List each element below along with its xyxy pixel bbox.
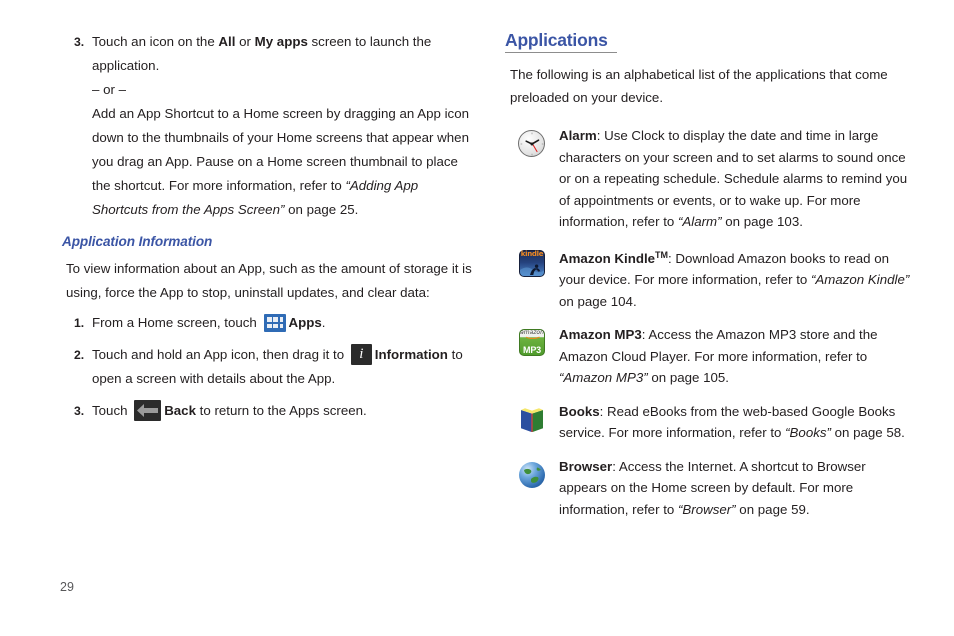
app-body-post: on page 103.	[721, 214, 803, 230]
step-item: 3. Touch Back to return to the Apps scre…	[62, 399, 472, 423]
app-icon-container	[505, 125, 559, 159]
alarm-clock-icon	[517, 129, 547, 159]
step-text-bold: Back	[164, 403, 196, 418]
app-description: Amazon KindleTM: Download Amazon books t…	[559, 245, 917, 313]
step-body: From a Home screen, touch Apps.	[92, 311, 472, 335]
manual-page: 3. Touch an icon on the All or My apps s…	[0, 0, 954, 636]
information-icon[interactable]: i	[350, 344, 372, 365]
cross-reference: “Books”	[785, 425, 831, 441]
app-body-post: on page 104.	[559, 293, 637, 309]
step-text: Touch and hold an App icon, then drag it…	[92, 343, 472, 391]
step-number: 3.	[74, 404, 85, 418]
application-information-intro: To view information about an App, such a…	[66, 261, 472, 300]
alt-instruction: Add an App Shortcut to a Home screen by …	[92, 102, 472, 222]
amazon-icon-label: amazon	[520, 329, 544, 337]
left-column: 3. Touch an icon on the All or My apps s…	[62, 30, 472, 435]
app-name: Amazon MP3	[559, 327, 642, 343]
amazon-mp3-icon: amazon MP3	[517, 328, 547, 358]
app-description: Amazon MP3: Access the Amazon MP3 store …	[559, 324, 917, 389]
subsection-heading: Application Information	[62, 234, 213, 249]
app-description: Browser: Access the Internet. A shortcut…	[559, 456, 917, 521]
trademark-superscript: TM	[655, 249, 669, 260]
app-name: Alarm	[559, 128, 597, 144]
app-body-post: on page 58.	[830, 425, 905, 441]
section-heading-applications: Applications	[505, 30, 608, 50]
cross-reference: “Browser”	[677, 501, 736, 517]
cross-reference: “Alarm”	[677, 214, 722, 230]
or-separator: – or –	[92, 82, 127, 97]
step-text: Touch Back to return to the Apps screen.	[92, 399, 472, 423]
step-number: 1.	[74, 316, 85, 330]
step-text-bold: Apps	[288, 315, 322, 330]
step-text-mid: or	[235, 34, 255, 49]
app-body-post: on page 59.	[735, 501, 810, 517]
app-name: Books	[559, 403, 600, 419]
list-item: amazon MP3 Amazon MP3: Access the Amazon…	[505, 324, 917, 389]
list-item: Books: Read eBooks from the web-based Go…	[505, 401, 917, 444]
step-text: Touch an icon on the All or My apps scre…	[92, 30, 472, 78]
mp3-icon-label: MP3	[523, 345, 541, 356]
books-icon	[517, 405, 547, 435]
page-number: 29	[60, 580, 74, 594]
step-text-post: to return to the Apps screen.	[195, 403, 367, 418]
step-text-bold-myapps: My apps	[254, 34, 308, 49]
step-text: From a Home screen, touch Apps.	[92, 311, 472, 335]
back-arrow-icon[interactable]	[134, 400, 162, 421]
app-icon-container	[505, 456, 559, 490]
amazon-kindle-icon: kindle	[517, 249, 547, 279]
app-name: Browser	[559, 458, 613, 474]
app-description: Books: Read eBooks from the web-based Go…	[559, 401, 917, 444]
step-text-bold-all: All	[218, 34, 236, 49]
step-text-pre: Touch and hold an App icon, then drag it…	[92, 347, 348, 362]
app-icon-container: kindle	[505, 245, 559, 279]
browser-globe-icon	[517, 460, 547, 490]
cross-reference: “Amazon Kindle”	[811, 272, 910, 288]
cross-reference: “Amazon MP3”	[559, 370, 648, 386]
heading-underline-rule	[505, 52, 617, 54]
right-column: Applications The following is an alphabe…	[505, 30, 917, 532]
list-item: kindle Amazon KindleTM: Download Amazon …	[505, 245, 917, 313]
step-item: 2. Touch and hold an App icon, then drag…	[62, 343, 472, 391]
list-item: Alarm: Use Clock to display the date and…	[505, 125, 917, 233]
kindle-icon-label: kindle	[520, 250, 544, 259]
app-description: Alarm: Use Clock to display the date and…	[559, 125, 917, 233]
step-number: 3.	[74, 35, 85, 49]
step-text-pre: From a Home screen, touch	[92, 315, 261, 330]
step-item: 3. Touch an icon on the All or My apps s…	[62, 30, 472, 222]
app-body-post: on page 105.	[647, 370, 730, 386]
step-body: Touch Back to return to the Apps screen.	[92, 399, 472, 423]
step-number: 2.	[74, 348, 85, 362]
apps-grid-icon[interactable]	[263, 314, 286, 332]
step-body: Touch an icon on the All or My apps scre…	[92, 30, 472, 222]
step-item: 1. From a Home screen, touch Apps.	[62, 311, 472, 335]
list-item: Browser: Access the Internet. A shortcut…	[505, 456, 917, 521]
step-body: Touch and hold an App icon, then drag it…	[92, 343, 472, 391]
step-text-bold: Information	[374, 347, 448, 362]
app-icon-container	[505, 401, 559, 435]
alt-text-post: on page 25.	[284, 202, 359, 217]
step-text-post: .	[321, 315, 326, 330]
step-text-pre: Touch	[92, 403, 132, 418]
step-text-pre: Touch an icon on the	[92, 34, 219, 49]
information-icon-letter: i	[359, 346, 364, 362]
app-name: Amazon Kindle	[559, 250, 656, 266]
applications-intro: The following is an alphabetical list of…	[510, 67, 888, 106]
app-icon-container: amazon MP3	[505, 324, 559, 358]
